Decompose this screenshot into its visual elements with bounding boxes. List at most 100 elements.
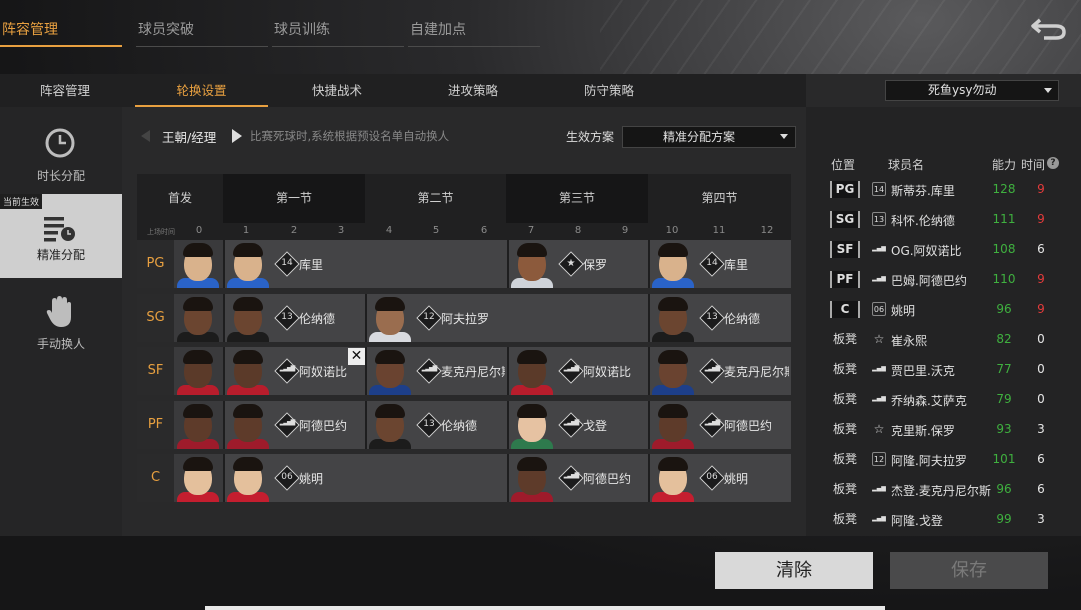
- side-item-manual-sub[interactable]: 手动换人: [0, 285, 122, 369]
- list-position: 板凳: [832, 452, 857, 466]
- segment-player-name: 阿德巴约: [299, 419, 348, 433]
- list-time: 0: [1037, 392, 1045, 406]
- signal-bars-icon: ▂▃▅▇: [563, 365, 579, 372]
- segment-player-name: 保罗: [583, 258, 608, 272]
- list-player-name[interactable]: 巴姆.阿德巴约: [891, 272, 967, 289]
- segment-player-name: 阿奴诺比: [583, 365, 632, 379]
- player-portrait: [509, 401, 555, 449]
- player-select[interactable]: 死鱼ysy勿动: [885, 80, 1059, 101]
- signal-bars-icon: ▂▄▆: [872, 275, 886, 282]
- list-player-name[interactable]: 阿隆.阿夫拉罗: [891, 452, 967, 469]
- player-portrait: [367, 347, 413, 395]
- signal-bars-icon: ▂▃▅▇: [563, 472, 579, 479]
- list-rating: 93: [996, 422, 1012, 436]
- subtab-lineup[interactable]: 阵容管理: [0, 74, 130, 107]
- jersey-number: 06: [281, 472, 293, 482]
- player-portrait: [225, 454, 271, 502]
- list-player-name[interactable]: 杰登.麦克丹尼尔斯: [891, 482, 991, 499]
- position-label: SG: [137, 294, 174, 342]
- player-portrait: [509, 240, 555, 288]
- list-time: 0: [1037, 362, 1045, 376]
- player-portrait: [225, 347, 271, 395]
- jersey-number: 14: [281, 258, 293, 268]
- list-position: 板凳: [832, 422, 857, 436]
- subtab-rotation[interactable]: 轮换设置: [135, 74, 268, 107]
- subtab-offense-strategy[interactable]: 进攻策略: [408, 74, 538, 107]
- player-portrait: [650, 294, 696, 342]
- list-position: 板凳: [832, 512, 857, 526]
- list-time: 0: [1037, 332, 1045, 346]
- side-item-label: 时长分配: [36, 169, 85, 183]
- list-position: PG: [830, 181, 860, 198]
- list-player-name[interactable]: 阿隆.戈登: [891, 512, 943, 529]
- list-position: SG: [830, 211, 860, 228]
- tab-player-breakthrough[interactable]: 球员突破: [136, 15, 268, 47]
- list-rating: 99: [996, 512, 1012, 526]
- segment-player-name: 麦克丹尼尔斯: [724, 365, 789, 379]
- back-arrow-icon[interactable]: [1028, 14, 1068, 44]
- bottom-bar: [205, 606, 885, 610]
- list-time: 6: [1037, 242, 1045, 256]
- list-player-name[interactable]: OG.阿奴诺比: [891, 242, 962, 259]
- list-player-name[interactable]: 崔永熙: [891, 332, 927, 349]
- jersey-number: 13: [706, 312, 718, 322]
- quarter-1-header: 第一节: [223, 174, 365, 223]
- quarter-2-header: 第二节: [365, 174, 506, 223]
- tab-player-training[interactable]: 球员训练: [272, 15, 404, 47]
- player-portrait: [367, 294, 413, 342]
- jersey-number: 13: [872, 212, 886, 226]
- list-player-name[interactable]: 科怀.伦纳德: [891, 212, 955, 229]
- segment-player-name: 戈登: [583, 419, 608, 433]
- starter-header: 首发: [137, 174, 223, 223]
- minute-tick: 8: [574, 225, 582, 236]
- header-position: 位置: [831, 158, 856, 172]
- list-rating: 96: [996, 302, 1012, 316]
- signal-bars-icon: ▂▃▅▇: [279, 365, 295, 372]
- list-player-name[interactable]: 克里斯.保罗: [891, 422, 955, 439]
- minute-tick: 11: [712, 225, 726, 236]
- list-time: 6: [1037, 482, 1045, 496]
- signal-bars-icon: ▂▄▆: [872, 245, 886, 252]
- side-item-time-allocation[interactable]: 时长分配: [0, 117, 122, 201]
- list-player-name[interactable]: 斯蒂芬.库里: [891, 182, 955, 199]
- plan-select[interactable]: 精准分配方案: [622, 126, 796, 148]
- save-button[interactable]: 保存: [890, 552, 1048, 589]
- quarter-3-header: 第三节: [506, 174, 648, 223]
- minute-tick: 0: [195, 225, 203, 236]
- list-player-name[interactable]: 贾巴里.沃克: [891, 362, 955, 379]
- subtab-defense-strategy[interactable]: 防守策略: [544, 74, 674, 107]
- help-icon[interactable]: ?: [1047, 157, 1059, 169]
- tab-custom-points[interactable]: 自建加点: [408, 15, 540, 47]
- segment-player-name: 阿夫拉罗: [441, 312, 490, 326]
- close-icon[interactable]: ✕: [348, 348, 365, 365]
- position-label: C: [137, 454, 174, 502]
- list-clock-icon: [44, 217, 75, 242]
- segment-player-name: 伦纳德: [299, 312, 336, 326]
- next-team-icon[interactable]: [232, 129, 242, 143]
- list-position: PF: [830, 271, 860, 288]
- player-portrait: [225, 294, 271, 342]
- tab-lineup-management[interactable]: 阵容管理: [0, 15, 122, 47]
- list-player-name[interactable]: 姚明: [891, 302, 915, 319]
- list-position: 板凳: [832, 392, 857, 406]
- segment-player-name: 伦纳德: [441, 419, 478, 433]
- player-portrait: [175, 401, 221, 449]
- list-time: 3: [1037, 512, 1045, 526]
- prev-team-icon[interactable]: [141, 130, 150, 142]
- position-label: PF: [137, 401, 174, 449]
- list-player-name[interactable]: 乔纳森.艾萨克: [891, 392, 967, 409]
- player-portrait: [650, 347, 696, 395]
- clear-button[interactable]: 清除: [715, 552, 873, 589]
- minute-tick: 12: [760, 225, 774, 236]
- background-pattern: [600, 0, 1081, 75]
- list-position: 板凳: [832, 482, 857, 496]
- subtab-quick-tactics[interactable]: 快捷战术: [272, 74, 402, 107]
- signal-bars-icon: ▂▄▆: [872, 485, 886, 492]
- player-portrait: [225, 401, 271, 449]
- side-item-precise-allocation[interactable]: 当前生效 精准分配: [0, 194, 122, 278]
- clock-icon: [45, 128, 75, 158]
- current-active-badge: 当前生效: [0, 194, 43, 209]
- position-label: PG: [137, 240, 174, 288]
- player-portrait: [509, 454, 555, 502]
- list-position: SF: [830, 241, 860, 258]
